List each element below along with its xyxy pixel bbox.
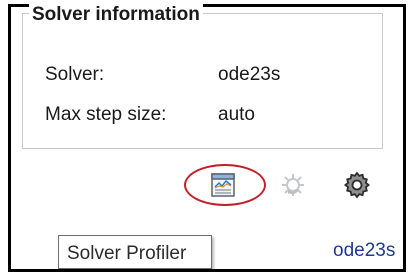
solver-value: ode23s	[218, 64, 281, 85]
max-step-size-value: auto	[218, 104, 255, 125]
max-step-size-label: Max step size:	[45, 104, 167, 125]
gear-icon	[343, 171, 371, 199]
solver-value-bottom: ode23s	[333, 240, 396, 261]
settings-button[interactable]	[340, 168, 374, 202]
solver-profiler-icon	[211, 173, 235, 197]
group-title: Solver information	[29, 4, 203, 26]
solver-label: Solver:	[45, 64, 105, 85]
solver-profiler-tooltip: Solver Profiler	[58, 235, 212, 269]
gear-refresh-button[interactable]	[276, 168, 310, 202]
solver-information-group: Solver information Solver: ode23s Max st…	[22, 4, 383, 149]
solver-profiler-button[interactable]	[206, 168, 240, 202]
gear-refresh-icon	[282, 174, 304, 196]
